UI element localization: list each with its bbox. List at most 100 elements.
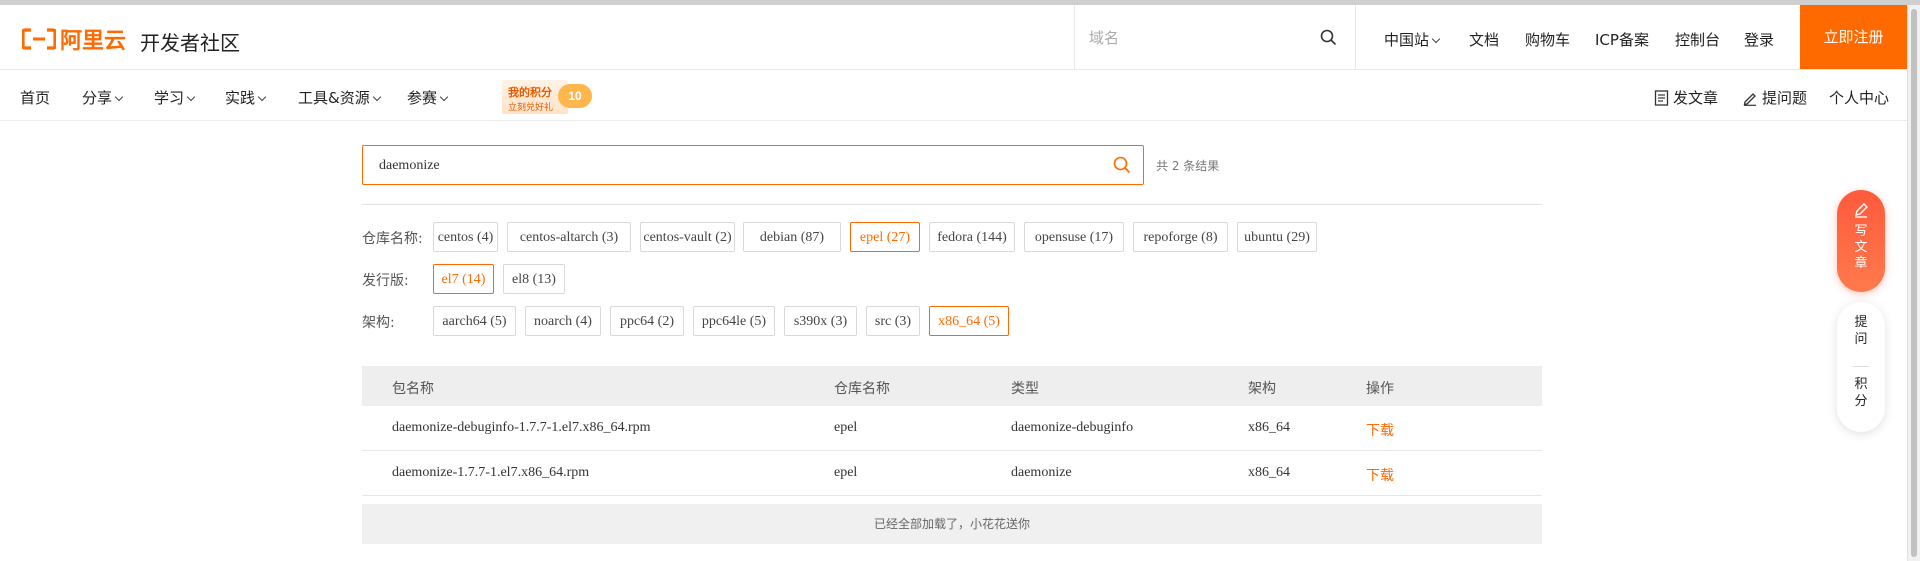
- col-arch: 架构: [1248, 381, 1276, 397]
- subnav-share-label: 分享: [82, 89, 113, 107]
- char: 积: [1854, 377, 1868, 392]
- nav-china-site[interactable]: 中国站: [1384, 29, 1441, 50]
- char: 文: [1854, 240, 1868, 255]
- download-link[interactable]: 下载: [1366, 420, 1394, 440]
- logo-mark-icon: [22, 27, 56, 51]
- package-name: daemonize-1.7.7-1.el7.x86_64.rpm: [392, 465, 590, 480]
- chevron-down-icon: [1431, 34, 1441, 44]
- char: 章: [1854, 256, 1868, 271]
- float-points-button[interactable]: 积 分: [1837, 376, 1885, 410]
- subnav-practice[interactable]: 实践: [225, 87, 267, 108]
- points-value: 10: [558, 84, 592, 108]
- ask-question-link[interactable]: 提问题: [1742, 87, 1807, 108]
- arch-filter-chip[interactable]: ppc64le (5): [693, 306, 775, 336]
- chevron-down-icon: [114, 92, 124, 102]
- col-repo-name: 仓库名称: [834, 381, 890, 397]
- ask-question-label: 提问题: [1762, 89, 1808, 107]
- divider: [1853, 366, 1869, 367]
- subnav-home[interactable]: 首页: [20, 87, 50, 108]
- repo-filter-chip[interactable]: opensuse (17): [1024, 222, 1124, 252]
- domain-search-input[interactable]: [1087, 25, 1311, 51]
- subnav-share[interactable]: 分享: [82, 87, 124, 108]
- subnav-learn-label: 学习: [154, 89, 185, 107]
- repo-filter-chip[interactable]: centos-vault (2): [640, 222, 735, 252]
- search-icon[interactable]: [1320, 29, 1337, 51]
- repo-filter-chip[interactable]: epel (27): [850, 222, 920, 252]
- aliyun-logo[interactable]: 阿里云: [22, 25, 127, 54]
- repo-filter-chip[interactable]: ubuntu (29): [1237, 222, 1317, 252]
- release-filter-label: 发行版:: [362, 273, 409, 289]
- col-package-name: 包名称: [392, 381, 434, 397]
- scrollbar-thumb[interactable]: [1911, 9, 1917, 557]
- arch-filter-label: 架构:: [362, 315, 395, 331]
- chevron-down-icon: [257, 92, 267, 102]
- subnav-compete-label: 参赛: [407, 89, 438, 107]
- write-article-label: 发文章: [1673, 89, 1719, 107]
- page-scrollbar[interactable]: [1907, 5, 1920, 561]
- top-search-box: [1074, 5, 1356, 69]
- nav-login[interactable]: 登录: [1744, 29, 1774, 50]
- arch-filter-chip[interactable]: aarch64 (5): [433, 306, 516, 336]
- table-row: daemonize-debuginfo-1.7.7-1.el7.x86_64.r…: [362, 406, 1542, 451]
- sub-navigation: 首页 分享 学习 实践 工具&资源 参赛 我的积分 立刻兑好礼 10 发文章 提…: [0, 70, 1907, 121]
- arch-filter-chip[interactable]: x86_64 (5): [929, 306, 1009, 336]
- char: 写: [1854, 224, 1868, 239]
- site-name: 开发者社区: [140, 31, 240, 55]
- register-button[interactable]: 立即注册: [1800, 5, 1907, 69]
- repo-filter-chip[interactable]: centos-altarch (3): [507, 222, 631, 252]
- char: 问: [1854, 332, 1868, 347]
- package-name: daemonize-debuginfo-1.7.7-1.el7.x86_64.r…: [392, 420, 651, 435]
- repo-filter-chip[interactable]: debian (87): [743, 222, 841, 252]
- arch-filter-chip[interactable]: src (3): [866, 306, 920, 336]
- chevron-down-icon: [186, 92, 196, 102]
- nav-cart[interactable]: 购物车: [1525, 29, 1570, 50]
- release-filter-chip[interactable]: el7 (14): [433, 264, 494, 294]
- download-link[interactable]: 下载: [1366, 465, 1394, 485]
- write-article-vertical-text: 写 文 章: [1837, 224, 1885, 272]
- points-title: 我的积分: [508, 86, 552, 99]
- all-loaded-message: 已经全部加载了，小花花送你: [362, 504, 1542, 544]
- repo-filter-chip[interactable]: fedora (144): [929, 222, 1015, 252]
- repo-filter-label: 仓库名称:: [362, 231, 423, 247]
- document-icon: [1654, 89, 1669, 106]
- subnav-tools-label: 工具&资源: [298, 89, 370, 107]
- top-header: 阿里云 开发者社区 中国站 文档 购物车 ICP备案 控制台 登录 立即注册: [0, 5, 1907, 70]
- my-points-badge[interactable]: 我的积分 立刻兑好礼 10: [500, 76, 596, 118]
- repo-filter-chip[interactable]: centos (4): [433, 222, 498, 252]
- table-header: 包名称 仓库名称 类型 架构 操作: [362, 366, 1542, 406]
- subnav-compete[interactable]: 参赛: [407, 87, 449, 108]
- col-type: 类型: [1011, 381, 1039, 397]
- logo-text: 阿里云: [60, 29, 127, 54]
- nav-china-site-label: 中国站: [1384, 31, 1430, 49]
- repo-filter-chip[interactable]: repoforge (8): [1133, 222, 1228, 252]
- nav-docs[interactable]: 文档: [1469, 29, 1499, 50]
- char: 分: [1854, 394, 1868, 409]
- float-write-article-button[interactable]: 写 文 章: [1837, 190, 1885, 292]
- col-action: 操作: [1366, 381, 1394, 397]
- package-arch: x86_64: [1248, 420, 1290, 435]
- arch-filter-chip[interactable]: ppc64 (2): [610, 306, 684, 336]
- package-search-input[interactable]: [377, 154, 1081, 178]
- package-type: daemonize: [1011, 465, 1072, 480]
- package-search-box: [362, 145, 1144, 185]
- pen-icon: [1853, 202, 1869, 223]
- personal-center-link[interactable]: 个人中心: [1829, 87, 1889, 108]
- arch-filter-chip[interactable]: noarch (4): [525, 306, 601, 336]
- float-ask-button[interactable]: 提 问: [1837, 314, 1885, 348]
- search-icon[interactable]: [1113, 156, 1131, 179]
- release-filter-chip[interactable]: el8 (13): [503, 264, 565, 294]
- nav-icp[interactable]: ICP备案: [1595, 29, 1649, 50]
- chevron-down-icon: [439, 92, 449, 102]
- chevron-down-icon: [372, 92, 381, 102]
- write-article-link[interactable]: 发文章: [1654, 87, 1718, 108]
- repo-name: epel: [834, 420, 858, 435]
- float-qa-panel: 提 问 积 分: [1837, 302, 1885, 432]
- arch-filter-chip[interactable]: s390x (3): [784, 306, 857, 336]
- subnav-tools[interactable]: 工具&资源: [298, 87, 381, 108]
- package-arch: x86_64: [1248, 465, 1290, 480]
- subnav-learn[interactable]: 学习: [154, 87, 196, 108]
- table-row: daemonize-1.7.7-1.el7.x86_64.rpm epel da…: [362, 451, 1542, 496]
- nav-console[interactable]: 控制台: [1675, 29, 1720, 50]
- subnav-practice-label: 实践: [225, 89, 256, 107]
- package-type: daemonize-debuginfo: [1011, 420, 1134, 435]
